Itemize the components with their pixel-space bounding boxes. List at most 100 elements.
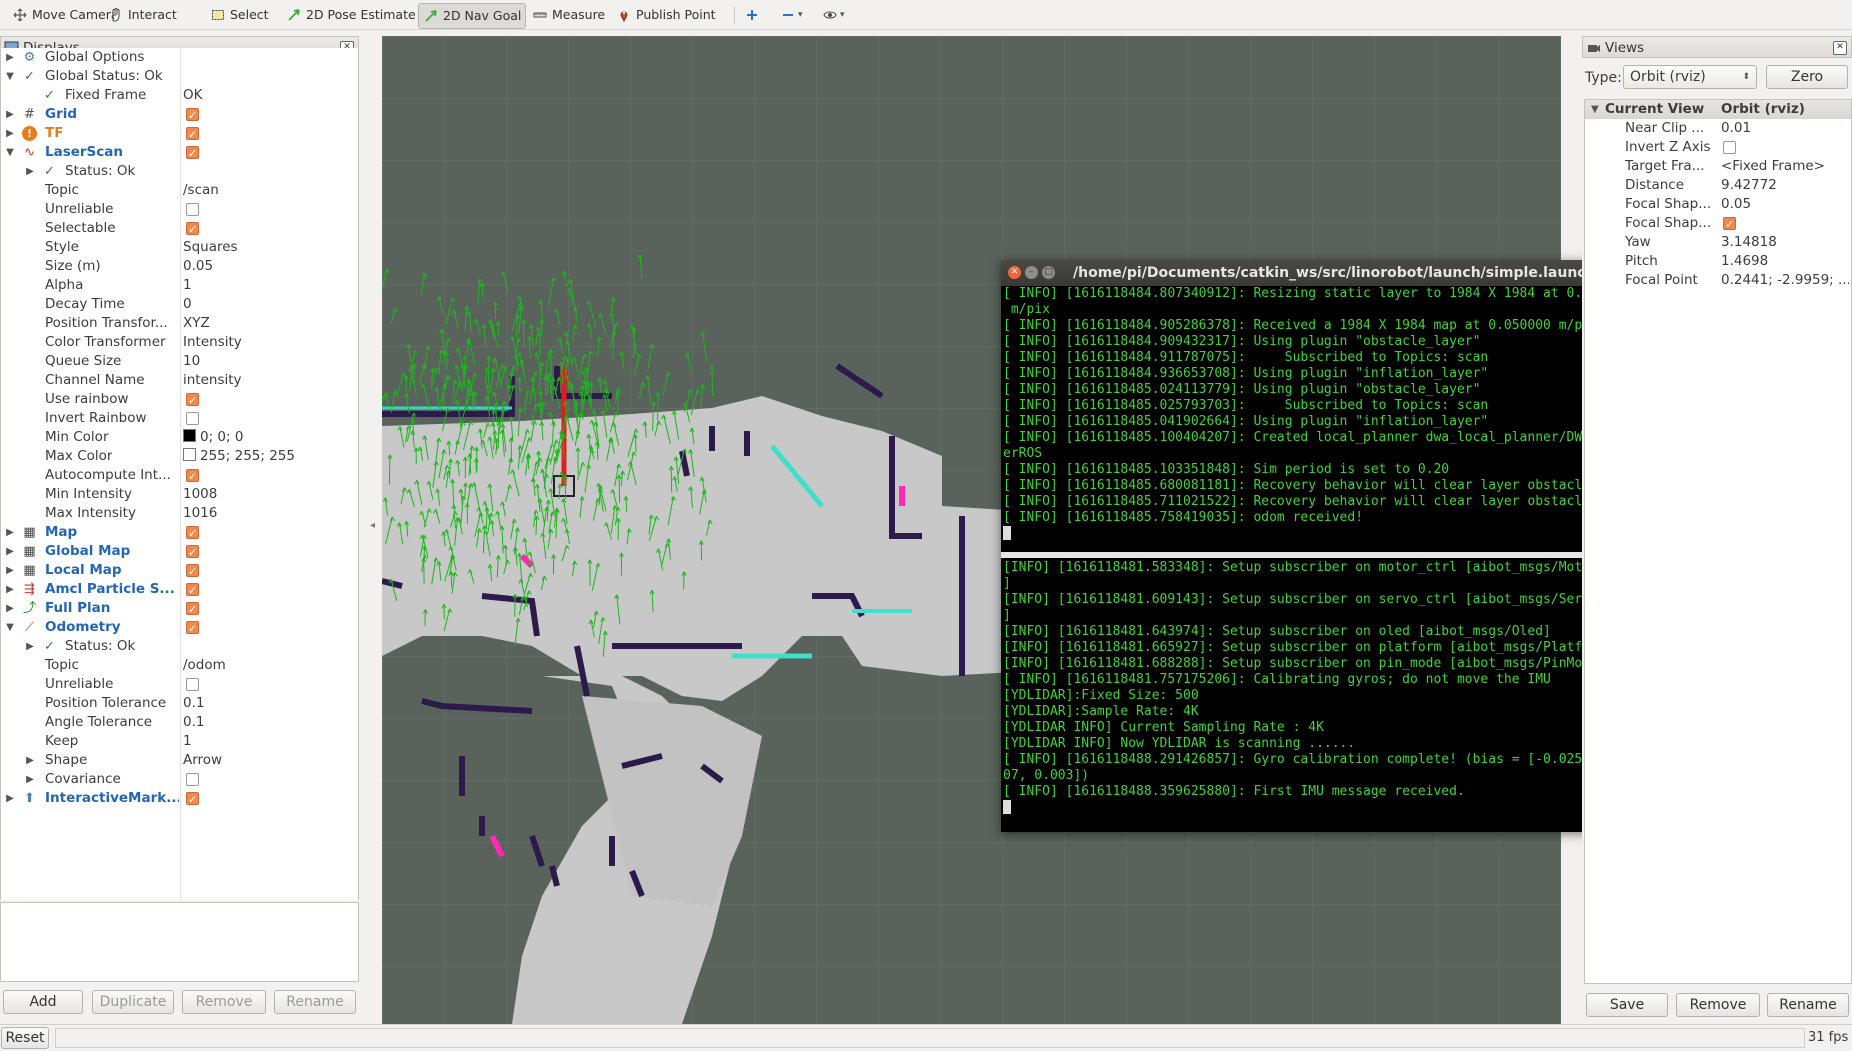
tree-row-position-transformer[interactable]: Position Transfor... XYZ bbox=[1, 314, 358, 333]
remove-display-button[interactable]: Remove bbox=[182, 990, 266, 1014]
tree-row-use-rainbow[interactable]: Use rainbow bbox=[1, 390, 358, 410]
view-prop-row[interactable]: Near Clip ... 0.01 bbox=[1585, 119, 1851, 138]
tree-row-covariance[interactable]: ▶ Covariance bbox=[1, 770, 358, 789]
tree-row-style[interactable]: Style Squares bbox=[1, 238, 358, 257]
tree-value[interactable]: Intensity bbox=[183, 333, 355, 352]
add-display-button[interactable]: Add bbox=[3, 990, 83, 1014]
view-prop-row[interactable]: Distance 9.42772 bbox=[1585, 176, 1851, 195]
tree-value[interactable]: Arrow bbox=[183, 751, 355, 770]
enable-checkbox[interactable] bbox=[186, 600, 199, 619]
tree-row-global-status[interactable]: ▼ ✓ Global Status: Ok bbox=[1, 67, 358, 86]
close-icon[interactable]: ✕ bbox=[1833, 41, 1847, 55]
tree-row-tf[interactable]: ▶ ! TF bbox=[1, 124, 358, 144]
autocompute-checkbox[interactable] bbox=[186, 467, 199, 486]
reset-button[interactable]: Reset bbox=[1, 1027, 49, 1049]
view-prop-row[interactable]: Target Fra... <Fixed Frame> bbox=[1585, 157, 1851, 176]
pane-splitter[interactable] bbox=[1001, 552, 1642, 558]
invert-rainbow-checkbox[interactable] bbox=[186, 412, 199, 425]
expand-arrow-icon[interactable]: ▶ bbox=[5, 599, 15, 618]
tree-row-amcl-particles[interactable]: ▶ ⇶ Amcl Particle S... bbox=[1, 580, 358, 600]
focal-shape-checkbox[interactable] bbox=[1723, 215, 1736, 234]
close-icon[interactable]: ✕ bbox=[1008, 266, 1021, 279]
expand-arrow-icon[interactable]: ▶ bbox=[25, 770, 35, 789]
tree-row-selectable[interactable]: Selectable bbox=[1, 219, 358, 239]
tree-value[interactable]: 1 bbox=[183, 732, 355, 751]
tree-row-angle-tolerance[interactable]: Angle Tolerance 0.1 bbox=[1, 713, 358, 732]
collapse-arrow-icon[interactable]: ▼ bbox=[1591, 100, 1599, 119]
expand-arrow-icon[interactable]: ▶ bbox=[25, 637, 35, 656]
tree-value[interactable]: 255; 255; 255 bbox=[183, 447, 355, 466]
collapse-arrow-icon[interactable]: ▼ bbox=[5, 618, 15, 637]
enable-checkbox[interactable] bbox=[186, 106, 199, 125]
remove-view-button[interactable]: Remove bbox=[1676, 993, 1760, 1017]
tree-value[interactable]: 1008 bbox=[183, 485, 355, 504]
tree-row-laserscan[interactable]: ▼ ∿ LaserScan bbox=[1, 143, 358, 163]
view-prop-row[interactable]: Yaw 3.14818 bbox=[1585, 233, 1851, 252]
enable-checkbox[interactable] bbox=[186, 790, 199, 809]
tree-row-odometry[interactable]: ▼ ⟋ Odometry bbox=[1, 618, 358, 638]
tree-row-fixed-frame[interactable]: ✓ Fixed Frame OK bbox=[1, 86, 358, 105]
tree-row-topic[interactable]: Topic /scan bbox=[1, 181, 358, 200]
maximize-icon[interactable]: □ bbox=[1042, 266, 1055, 279]
tree-row-full-plan[interactable]: ▶ ⤴ Full Plan bbox=[1, 599, 358, 619]
tree-value[interactable]: Squares bbox=[183, 238, 355, 257]
zero-view-button[interactable]: Zero bbox=[1766, 65, 1848, 89]
prop-value[interactable]: 3.14818 bbox=[1721, 233, 1849, 252]
enable-checkbox[interactable] bbox=[186, 125, 199, 144]
save-view-button[interactable]: Save bbox=[1586, 993, 1668, 1017]
tree-value[interactable]: /odom bbox=[183, 656, 355, 675]
prop-value[interactable]: 9.42772 bbox=[1721, 176, 1849, 195]
unreliable-checkbox[interactable] bbox=[186, 203, 199, 216]
nav-goal-tool[interactable]: 2D Nav Goal bbox=[418, 3, 527, 29]
tree-value[interactable]: 0.1 bbox=[183, 713, 355, 732]
expand-arrow-icon[interactable]: ▶ bbox=[5, 105, 15, 124]
expand-arrow-icon[interactable]: ▶ bbox=[5, 523, 15, 542]
terminal-pane-top[interactable]: [ INFO] [1616118484.807340912]: Resizing… bbox=[1001, 286, 1642, 550]
tree-row-unreliable[interactable]: Unreliable bbox=[1, 200, 358, 219]
view-prop-row[interactable]: Focal Shap... bbox=[1585, 214, 1851, 234]
select-tool[interactable]: Select bbox=[206, 3, 273, 27]
covariance-checkbox[interactable] bbox=[186, 773, 199, 786]
tree-row-invert-rainbow[interactable]: Invert Rainbow bbox=[1, 409, 358, 428]
tree-row-shape[interactable]: ▶ Shape Arrow bbox=[1, 751, 358, 770]
tree-row-channel-name[interactable]: Channel Name intensity bbox=[1, 371, 358, 390]
tree-row-status[interactable]: ▶ ✓ Status: Ok bbox=[1, 637, 358, 656]
tree-value[interactable]: XYZ bbox=[183, 314, 355, 333]
prop-value[interactable]: 0.05 bbox=[1721, 195, 1849, 214]
tree-row-min-intensity[interactable]: Min Intensity 1008 bbox=[1, 485, 358, 504]
view-type-dropdown[interactable]: Orbit (rviz) ⬍ bbox=[1623, 65, 1757, 89]
enable-checkbox[interactable] bbox=[186, 619, 199, 638]
publish-point-tool[interactable]: Publish Point bbox=[612, 3, 720, 27]
expand-arrow-icon[interactable]: ▶ bbox=[5, 789, 15, 808]
tree-row-map[interactable]: ▶ ▦ Map bbox=[1, 523, 358, 543]
tree-row-min-color[interactable]: Min Color 0; 0; 0 bbox=[1, 428, 358, 447]
tree-row-interactive-markers[interactable]: ▶ ⬆ InteractiveMark... bbox=[1, 789, 358, 809]
interact-tool[interactable]: Interact bbox=[104, 3, 181, 27]
tree-value[interactable]: 0 bbox=[183, 295, 355, 314]
prop-value[interactable]: 0.2441; -2.9959; ... bbox=[1721, 271, 1849, 290]
view-prop-row[interactable]: Pitch 1.4698 bbox=[1585, 252, 1851, 271]
add-tool-button[interactable] bbox=[740, 3, 766, 27]
tree-value[interactable]: 0.1 bbox=[183, 694, 355, 713]
tree-row-max-color[interactable]: Max Color 255; 255; 255 bbox=[1, 447, 358, 466]
tree-row-unreliable[interactable]: Unreliable bbox=[1, 675, 358, 694]
tree-value[interactable]: /scan bbox=[183, 181, 355, 200]
tree-row-topic[interactable]: Topic /odom bbox=[1, 656, 358, 675]
tree-value[interactable]: 1016 bbox=[183, 504, 355, 523]
view-visibility-button[interactable]: ▾ bbox=[818, 3, 848, 27]
prop-value[interactable]: <Fixed Frame> bbox=[1721, 157, 1849, 176]
use-rainbow-checkbox[interactable] bbox=[186, 391, 199, 410]
tree-value[interactable]: 0; 0; 0 bbox=[183, 428, 355, 447]
remove-tool-button[interactable]: ▾ bbox=[776, 3, 806, 27]
expand-arrow-icon[interactable]: ▶ bbox=[25, 751, 35, 770]
tree-row-global-map[interactable]: ▶ ▦ Global Map bbox=[1, 542, 358, 562]
enable-checkbox[interactable] bbox=[186, 144, 199, 163]
expand-arrow-icon[interactable]: ▶ bbox=[5, 48, 15, 67]
measure-tool[interactable]: Measure bbox=[528, 3, 609, 27]
tree-row-local-map[interactable]: ▶ ▦ Local Map bbox=[1, 561, 358, 581]
tree-row-decay-time[interactable]: Decay Time 0 bbox=[1, 295, 358, 314]
expand-arrow-icon[interactable]: ▶ bbox=[5, 561, 15, 580]
tree-row-position-tolerance[interactable]: Position Tolerance 0.1 bbox=[1, 694, 358, 713]
terminal-pane-bottom[interactable]: [INFO] [1616118481.583348]: Setup subscr… bbox=[1001, 560, 1642, 832]
unreliable-checkbox[interactable] bbox=[186, 678, 199, 691]
